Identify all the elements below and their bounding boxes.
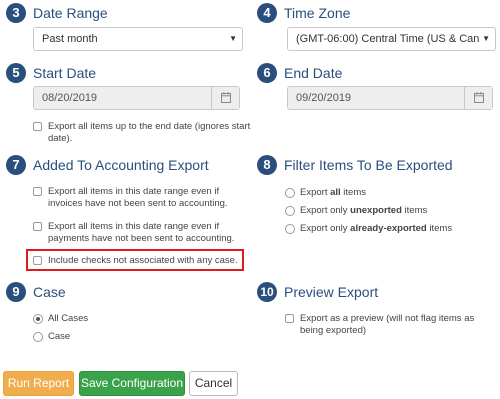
date-range-select[interactable]: Past month ▼ — [33, 27, 243, 51]
radio-button[interactable] — [285, 206, 295, 216]
radio-label-suffix: items — [401, 205, 428, 216]
run-report-button[interactable]: Run Report — [3, 371, 74, 396]
step-10-badge: 10 — [257, 282, 277, 302]
radio-label-bold: already-exported — [350, 223, 427, 234]
end-date-input[interactable]: 09/20/2019 — [287, 86, 493, 110]
cancel-button[interactable]: Cancel — [189, 371, 238, 396]
export-all-radio[interactable]: Export all items — [285, 187, 366, 199]
payments-not-sent-label: Export all items in this date range even… — [48, 221, 235, 244]
end-date-title: End Date — [284, 65, 343, 81]
filter-items-title: Filter Items To Be Exported — [284, 157, 453, 173]
checkbox[interactable] — [33, 187, 42, 196]
radio-button-selected[interactable] — [33, 314, 43, 324]
radio-label-bold: unexported — [350, 205, 402, 216]
date-range-value: Past month — [42, 33, 98, 45]
start-date-title: Start Date — [33, 65, 97, 81]
chevron-down-icon: ▼ — [480, 28, 490, 50]
radio-label-prefix: Export only — [300, 223, 351, 234]
start-date-input[interactable]: 08/20/2019 — [33, 86, 240, 110]
calendar-button[interactable] — [211, 87, 239, 109]
accounting-export-title: Added To Accounting Export — [33, 157, 209, 173]
invoices-not-sent-label: Export all items in this date range even… — [48, 186, 228, 209]
all-cases-radio[interactable]: All Cases — [33, 313, 88, 325]
step-5-badge: 5 — [6, 63, 26, 83]
save-configuration-button[interactable]: Save Configuration — [79, 371, 185, 396]
checkbox[interactable] — [33, 122, 42, 131]
include-checks-label: Include checks not associated with any c… — [48, 255, 238, 266]
case-radio[interactable]: Case — [33, 331, 70, 343]
time-zone-select[interactable]: (GMT-06:00) Central Time (US & Can ▼ — [287, 27, 496, 51]
step-8-badge: 8 — [257, 155, 277, 175]
export-already-exported-radio[interactable]: Export only already-exported items — [285, 223, 452, 235]
calendar-button[interactable] — [464, 87, 492, 109]
end-date-value: 09/20/2019 — [296, 92, 352, 104]
invoices-not-sent-checkbox[interactable]: Export all items in this date range even… — [33, 186, 248, 210]
export-as-preview-checkbox[interactable]: Export as a preview (will not flag items… — [285, 313, 490, 337]
step-7-badge: 7 — [6, 155, 26, 175]
export-unexported-radio[interactable]: Export only unexported items — [285, 205, 427, 217]
radio-label-bold: all — [330, 187, 341, 198]
radio-label-prefix: Export only — [300, 205, 351, 216]
radio-button[interactable] — [33, 332, 43, 342]
date-range-title: Date Range — [33, 5, 108, 21]
payments-not-sent-checkbox[interactable]: Export all items in this date range even… — [33, 221, 248, 245]
time-zone-value: (GMT-06:00) Central Time (US & Can — [296, 33, 480, 45]
step-9-badge: 9 — [6, 282, 26, 302]
step-4-badge: 4 — [257, 3, 277, 23]
chevron-down-icon: ▼ — [229, 34, 237, 43]
export-all-to-end-date-label: Export all items up to the end date (ign… — [48, 121, 251, 144]
export-all-to-end-date-checkbox[interactable]: Export all items up to the end date (ign… — [33, 121, 253, 145]
calendar-icon — [474, 92, 484, 103]
radio-button[interactable] — [285, 224, 295, 234]
preview-export-title: Preview Export — [284, 284, 379, 300]
step-3-badge: 3 — [6, 3, 26, 23]
checkbox[interactable] — [33, 256, 42, 265]
time-zone-title: Time Zone — [284, 5, 351, 21]
start-date-value: 08/20/2019 — [42, 92, 98, 104]
include-checks-checkbox[interactable]: Include checks not associated with any c… — [33, 255, 243, 267]
checkbox[interactable] — [33, 222, 42, 231]
calendar-icon — [221, 92, 231, 103]
radio-label-suffix: items — [426, 223, 453, 234]
radio-button[interactable] — [285, 188, 295, 198]
case-title: Case — [33, 284, 66, 300]
radio-label-suffix: items — [340, 187, 367, 198]
radio-label-prefix: Export — [300, 187, 331, 198]
step-6-badge: 6 — [257, 63, 277, 83]
checkbox[interactable] — [285, 314, 294, 323]
export-as-preview-label: Export as a preview (will not flag items… — [300, 313, 475, 336]
